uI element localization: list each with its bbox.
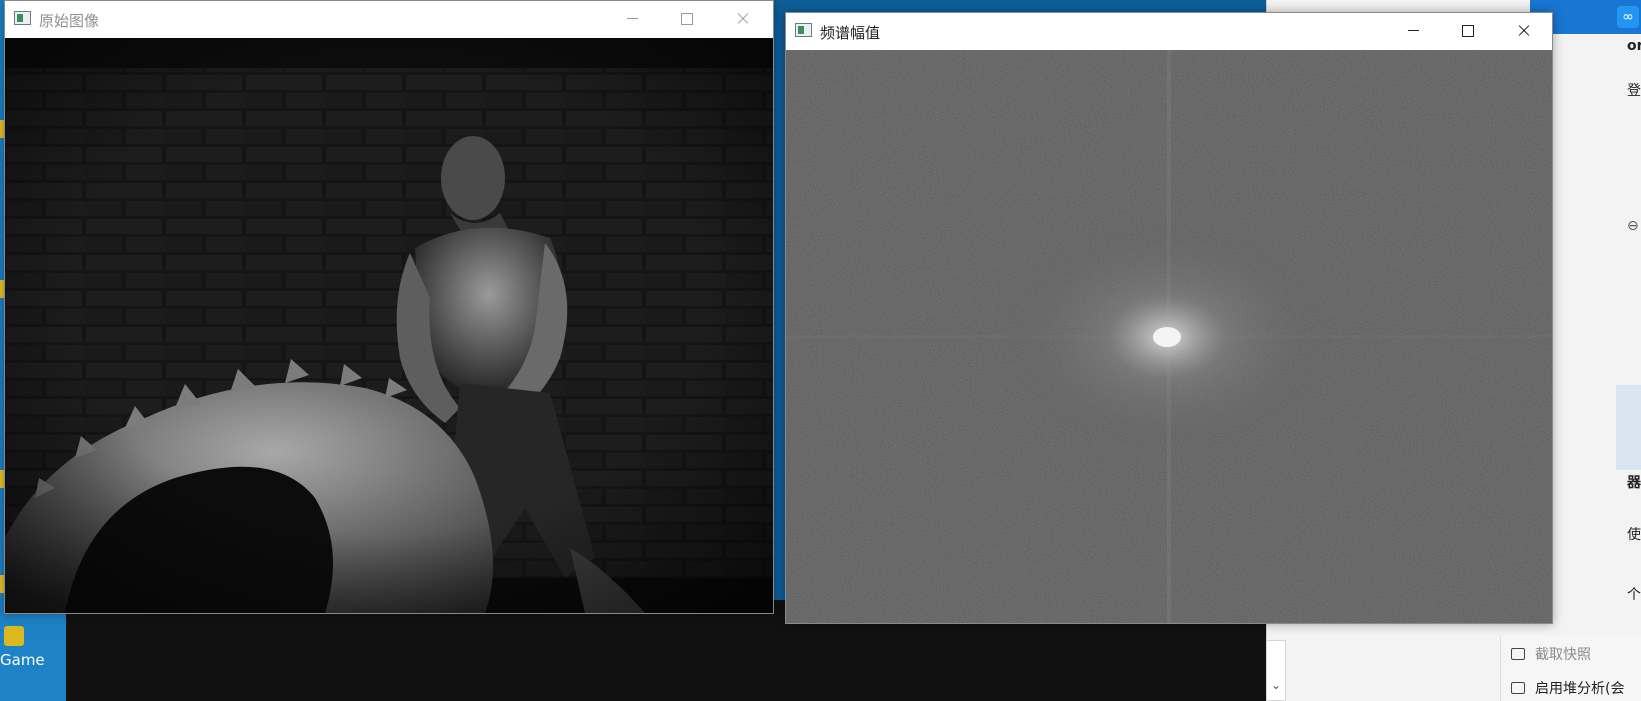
- menu-item-heap-analysis[interactable]: 启用堆分析(会: [1511, 678, 1624, 698]
- window-titlebar[interactable]: 原始图像: [5, 1, 773, 37]
- close-icon: [1500, 13, 1546, 49]
- scroll-down-icon[interactable]: ⌄: [1271, 678, 1281, 692]
- close-button[interactable]: [1500, 13, 1546, 49]
- maximize-button[interactable]: [1444, 13, 1490, 49]
- minimize-button[interactable]: [609, 1, 655, 37]
- spectrum-image-view[interactable]: [786, 50, 1552, 623]
- camera-icon: [1511, 648, 1525, 660]
- spectrum-image: [786, 50, 1552, 623]
- background-scrollbar[interactable]: ⌄: [1266, 640, 1286, 701]
- minimize-icon: [609, 1, 655, 37]
- spectrum-magnitude-window[interactable]: 频谱幅值: [785, 12, 1553, 624]
- background-text-fragment: 使: [1627, 527, 1641, 543]
- menu-item-snapshot[interactable]: 截取快照: [1511, 644, 1591, 664]
- minimize-button[interactable]: [1390, 13, 1436, 49]
- background-text-fragment: 个: [1627, 587, 1641, 603]
- minimize-icon: [1390, 13, 1436, 49]
- collapse-icon[interactable]: ⊖: [1627, 218, 1639, 234]
- window-app-icon: [14, 11, 31, 25]
- window-title: 原始图像: [39, 12, 100, 30]
- link-icon[interactable]: ∞: [1617, 6, 1639, 28]
- game-shortcut-icon[interactable]: [4, 626, 24, 646]
- original-photo: [5, 38, 773, 613]
- background-context-menu: 截取快照 启用堆分析(会: [1500, 636, 1641, 701]
- heap-analysis-icon: [1511, 682, 1525, 694]
- background-text-fragment: 器: [1627, 475, 1641, 491]
- background-text-fragment: on: [1627, 38, 1641, 54]
- original-image-view[interactable]: [5, 38, 773, 613]
- game-shortcut-label[interactable]: Game: [0, 651, 45, 669]
- background-text-fragment: 登: [1627, 83, 1641, 99]
- window-app-icon: [795, 23, 812, 37]
- original-image-window[interactable]: 原始图像: [4, 0, 774, 614]
- background-app-panel: [1616, 385, 1641, 470]
- window-titlebar[interactable]: 频谱幅值: [786, 13, 1552, 49]
- window-title: 频谱幅值: [820, 24, 881, 42]
- menu-item-label: 截取快照: [1535, 647, 1591, 663]
- menu-item-label: 启用堆分析(会: [1535, 681, 1625, 697]
- close-icon: [719, 1, 765, 37]
- maximize-icon: [663, 1, 709, 37]
- maximize-icon: [1444, 13, 1490, 49]
- close-button[interactable]: [719, 1, 765, 37]
- maximize-button[interactable]: [663, 1, 709, 37]
